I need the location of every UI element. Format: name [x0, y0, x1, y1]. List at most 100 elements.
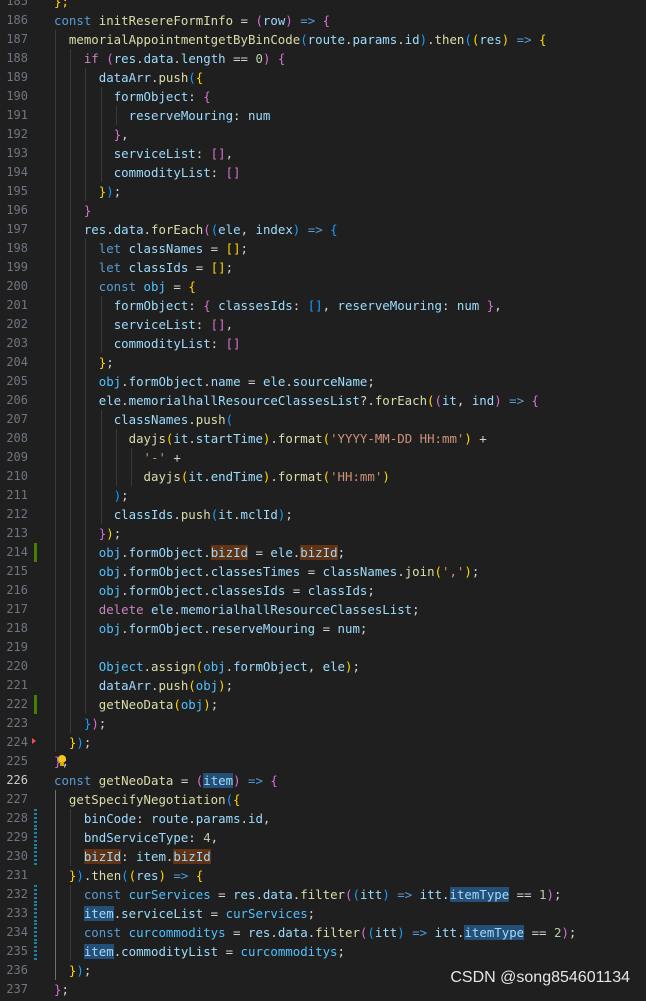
line-number[interactable]: 202: [0, 315, 28, 334]
line-number[interactable]: 209: [0, 448, 28, 467]
code-line[interactable]: 209 '-' +: [0, 448, 646, 467]
code-line[interactable]: 187 memorialAppointmentgetByBinCode(rout…: [0, 30, 646, 49]
code-text[interactable]: formObject: { classesIds: [], reserveMou…: [54, 296, 502, 315]
line-number[interactable]: 230: [0, 847, 28, 866]
gutter-modified-marker[interactable]: [34, 885, 37, 904]
code-line[interactable]: 226 const getNeoData = (item) => {: [0, 771, 646, 790]
code-text[interactable]: dayjs(it.startTime).format('YYYY-MM-DD H…: [54, 429, 487, 448]
line-number[interactable]: 218: [0, 619, 28, 638]
code-text[interactable]: dataArr.push({: [54, 68, 203, 87]
code-line[interactable]: 218 obj.formObject.reserveMouring = num;: [0, 619, 646, 638]
gutter-added-marker[interactable]: [34, 543, 37, 562]
code-text[interactable]: commodityList: []: [54, 163, 241, 182]
line-number[interactable]: 213: [0, 524, 28, 543]
code-text[interactable]: };: [54, 0, 69, 11]
code-line[interactable]: 224 });: [0, 733, 646, 752]
line-number[interactable]: 190: [0, 87, 28, 106]
code-line[interactable]: 214 obj.formObject.bizId = ele.bizId;: [0, 543, 646, 562]
code-line[interactable]: 194 commodityList: []: [0, 163, 646, 182]
line-number[interactable]: 194: [0, 163, 28, 182]
code-text[interactable]: serviceList: [],: [54, 315, 233, 334]
code-text[interactable]: }: [54, 201, 91, 220]
code-text[interactable]: classNames.push(: [54, 410, 233, 429]
line-number[interactable]: 208: [0, 429, 28, 448]
line-number[interactable]: 198: [0, 239, 28, 258]
line-number[interactable]: 220: [0, 657, 28, 676]
code-text[interactable]: dataArr.push(obj);: [54, 676, 233, 695]
code-line[interactable]: 192 },: [0, 125, 646, 144]
code-text[interactable]: obj.formObject.reserveMouring = num;: [54, 619, 368, 638]
line-number[interactable]: 223: [0, 714, 28, 733]
code-text[interactable]: const obj = {: [54, 277, 196, 296]
code-text[interactable]: binCode: route.params.id,: [54, 809, 271, 828]
code-text[interactable]: commodityList: []: [54, 334, 241, 353]
code-line[interactable]: 222 getNeoData(obj);: [0, 695, 646, 714]
code-line[interactable]: 197 res.data.forEach((ele, index) => {: [0, 220, 646, 239]
code-line[interactable]: 230 bizId: item.bizId: [0, 847, 646, 866]
line-number[interactable]: 225: [0, 752, 28, 771]
code-line[interactable]: 232 const curServices = res.data.filter(…: [0, 885, 646, 904]
code-line[interactable]: 206 ele.memorialhallResourceClassesList?…: [0, 391, 646, 410]
line-number[interactable]: 235: [0, 942, 28, 961]
code-text[interactable]: let classIds = [];: [54, 258, 233, 277]
code-text[interactable]: reserveMouring: num: [54, 106, 271, 125]
line-number[interactable]: 216: [0, 581, 28, 600]
line-number[interactable]: 211: [0, 486, 28, 505]
code-text[interactable]: const getNeoData = (item) => {: [54, 771, 278, 790]
line-number[interactable]: 226: [0, 771, 28, 790]
line-number[interactable]: 199: [0, 258, 28, 277]
code-text[interactable]: memorialAppointmentgetByBinCode(route.pa…: [54, 30, 547, 49]
line-number[interactable]: 229: [0, 828, 28, 847]
code-line[interactable]: 189 dataArr.push({: [0, 68, 646, 87]
code-text[interactable]: getNeoData(obj);: [54, 695, 218, 714]
line-number[interactable]: 214: [0, 543, 28, 562]
line-number[interactable]: 219: [0, 638, 28, 657]
code-line[interactable]: 221 dataArr.push(obj);: [0, 676, 646, 695]
line-number[interactable]: 204: [0, 353, 28, 372]
code-text[interactable]: let classNames = [];: [54, 239, 248, 258]
line-number[interactable]: 227: [0, 790, 28, 809]
code-text[interactable]: obj.formObject.bizId = ele.bizId;: [54, 543, 345, 562]
line-number[interactable]: 186: [0, 11, 28, 30]
line-number[interactable]: 201: [0, 296, 28, 315]
line-number[interactable]: 228: [0, 809, 28, 828]
line-number[interactable]: 192: [0, 125, 28, 144]
line-number[interactable]: 188: [0, 49, 28, 68]
gutter-modified-marker[interactable]: [34, 923, 37, 942]
line-number[interactable]: 217: [0, 600, 28, 619]
code-line[interactable]: 208 dayjs(it.startTime).format('YYYY-MM-…: [0, 429, 646, 448]
code-line[interactable]: 190 formObject: {: [0, 87, 646, 106]
line-number[interactable]: 191: [0, 106, 28, 125]
code-text[interactable]: );: [54, 486, 129, 505]
code-text[interactable]: }).then((res) => {: [54, 866, 203, 885]
code-text[interactable]: });: [54, 714, 106, 733]
code-line[interactable]: 233 item.serviceList = curServices;: [0, 904, 646, 923]
line-number[interactable]: 203: [0, 334, 28, 353]
code-text[interactable]: classIds.push(it.mclId);: [54, 505, 293, 524]
code-line[interactable]: 231 }).then((res) => {: [0, 866, 646, 885]
code-line[interactable]: 228 binCode: route.params.id,: [0, 809, 646, 828]
code-line[interactable]: 201 formObject: { classesIds: [], reserv…: [0, 296, 646, 315]
code-line[interactable]: 229 bndServiceType: 4,: [0, 828, 646, 847]
code-text[interactable]: const initResereFormInfo = (row) => {: [54, 11, 330, 30]
line-number[interactable]: 207: [0, 410, 28, 429]
code-text[interactable]: const curcommoditys = res.data.filter((i…: [54, 923, 576, 942]
line-number[interactable]: 185: [0, 0, 28, 11]
code-line[interactable]: 207 classNames.push(: [0, 410, 646, 429]
code-line[interactable]: 205 obj.formObject.name = ele.sourceName…: [0, 372, 646, 391]
gutter-modified-marker[interactable]: [34, 904, 37, 923]
code-line[interactable]: 185};: [0, 0, 646, 11]
line-number[interactable]: 197: [0, 220, 28, 239]
line-number[interactable]: 231: [0, 866, 28, 885]
code-text[interactable]: bndServiceType: 4,: [54, 828, 218, 847]
code-line[interactable]: 193 serviceList: [],: [0, 144, 646, 163]
code-text[interactable]: getSpecifyNegotiation({: [54, 790, 241, 809]
gutter-modified-marker[interactable]: [34, 809, 37, 828]
line-number[interactable]: 205: [0, 372, 28, 391]
code-text[interactable]: res.data.forEach((ele, index) => {: [54, 220, 338, 239]
line-number[interactable]: 193: [0, 144, 28, 163]
code-text[interactable]: ele.memorialhallResourceClassesList?.for…: [54, 391, 539, 410]
gutter-added-marker[interactable]: [34, 695, 37, 714]
gutter-modified-marker[interactable]: [34, 828, 37, 847]
code-line[interactable]: 203 commodityList: []: [0, 334, 646, 353]
